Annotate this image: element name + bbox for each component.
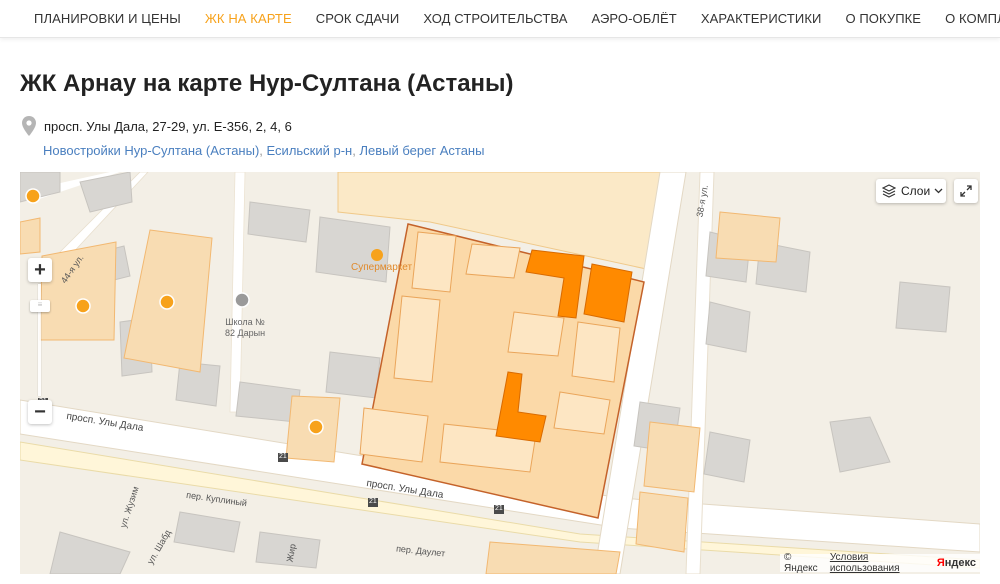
- address-text: просп. Улы Дала, 27-29, ул. Е-356, 2, 4,…: [44, 118, 292, 134]
- chevron-down-icon: [934, 188, 943, 194]
- terms-link[interactable]: Условия использования: [830, 552, 931, 574]
- map-label-school-line1: Школа №: [225, 317, 265, 327]
- link-left-bank[interactable]: Левый берег Астаны: [359, 143, 484, 158]
- map-canvas[interactable]: Супермаркет Школа № 82 Дарын просп. Улы …: [20, 172, 980, 574]
- layers-icon: [882, 184, 896, 198]
- fullscreen-button[interactable]: [954, 179, 978, 203]
- zoom-out-label: −: [34, 401, 46, 423]
- nav-deadline[interactable]: Срок сдачи: [316, 11, 400, 26]
- map-label-school-line2: 82 Дарын: [225, 328, 266, 338]
- link-esil-district[interactable]: Есильский р-н: [267, 143, 353, 158]
- layers-label: Слои: [901, 184, 931, 198]
- yandex-logo[interactable]: Яндекс: [937, 557, 976, 569]
- zoom-out-button[interactable]: −: [28, 400, 52, 424]
- nav-about-complex[interactable]: О комплексе: [945, 11, 1000, 26]
- zoom-control: + ≡ −: [28, 258, 52, 424]
- nav-specifications[interactable]: Характеристики: [701, 11, 822, 26]
- route-shield-4: 21: [495, 505, 503, 512]
- nav-plans-prices[interactable]: Планировки и цены: [34, 11, 181, 26]
- copyright-text: © Яндекс: [784, 552, 818, 574]
- top-navigation: Планировки и цены ЖК на карте Срок сдачи…: [0, 0, 1000, 38]
- nav-purchase[interactable]: О покупке: [845, 11, 921, 26]
- yandex-logo-rest: ндекс: [944, 557, 976, 569]
- map-copyright: © Яндекс Условия использования Яндекс: [780, 552, 980, 574]
- link-separator: ,: [259, 143, 267, 158]
- map-label-supermarket: Супермаркет: [351, 262, 413, 273]
- page-title: ЖК Арнау на карте Нур-Султана (Астаны): [20, 70, 514, 97]
- yandex-logo-y: Я: [936, 557, 945, 569]
- map-label-school: Школа № 82 Дарын: [225, 317, 265, 339]
- route-shield-2: 21: [279, 453, 287, 460]
- map-pin-icon: [22, 116, 36, 136]
- district-links: Новостройки Нур-Султана (Астаны), Есильс…: [43, 143, 484, 158]
- zoom-in-button[interactable]: +: [28, 258, 52, 282]
- nav-aerial-flyover[interactable]: Аэро-облёт: [592, 11, 677, 26]
- layers-button[interactable]: Слои: [876, 179, 946, 203]
- address-row: просп. Улы Дала, 27-29, ул. Е-356, 2, 4,…: [22, 116, 292, 136]
- zoom-handle[interactable]: ≡: [30, 300, 50, 312]
- map-background: [20, 172, 980, 574]
- route-shield-3: 21: [369, 498, 377, 505]
- nav-on-map[interactable]: ЖК на карте: [205, 11, 292, 26]
- nav-construction-progress[interactable]: Ход строительства: [423, 11, 567, 26]
- zoom-in-label: +: [34, 259, 46, 281]
- expand-icon: [960, 185, 972, 197]
- link-new-buildings[interactable]: Новостройки Нур-Султана (Астаны): [43, 143, 259, 158]
